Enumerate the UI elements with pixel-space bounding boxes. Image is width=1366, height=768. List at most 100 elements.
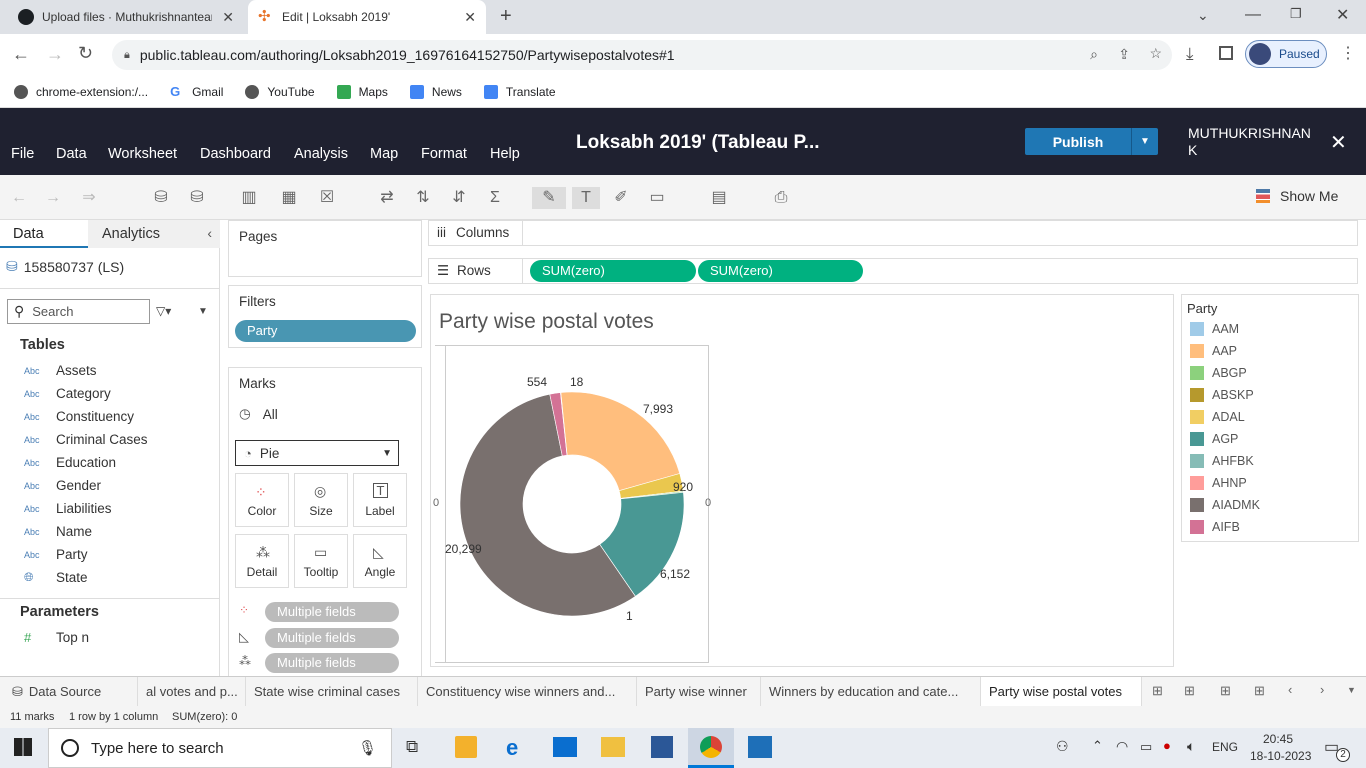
wifi-icon[interactable]: ◠ xyxy=(1116,738,1128,755)
multi-fields-pill-color[interactable]: Multiple fields xyxy=(265,602,399,622)
menu-data[interactable]: Data xyxy=(56,146,87,162)
field-constituency[interactable]: Abc Constituency xyxy=(24,409,134,424)
bookmark-star-icon[interactable]: ☆ xyxy=(1149,45,1162,62)
field-assets[interactable]: Abc Assets xyxy=(24,363,97,378)
legend-item[interactable]: AIFB xyxy=(1190,520,1240,534)
legend-item[interactable]: AHFBK xyxy=(1190,454,1254,468)
legend-item[interactable]: AGP xyxy=(1190,432,1238,446)
new-dashboard-icon[interactable]: ⊞ xyxy=(1220,683,1231,699)
bookmark-news[interactable]: News xyxy=(409,84,462,99)
rows-shelf[interactable]: ☰ Rows SUM(zero) SUM(zero) xyxy=(428,258,1358,284)
legend-item[interactable]: AIADMK xyxy=(1190,498,1260,512)
menu-help[interactable]: Help xyxy=(490,146,520,162)
bookmark-translate[interactable]: Translate xyxy=(483,84,556,99)
new-tab-icon[interactable]: + xyxy=(500,5,512,28)
chrome-taskbar-button[interactable] xyxy=(688,728,734,768)
zoom-icon[interactable]: ⌕ xyxy=(1090,46,1098,63)
sort-desc-icon[interactable]: ⇵ xyxy=(448,187,470,209)
sheet-tab[interactable]: State wise criminal cases xyxy=(246,677,418,706)
clock-date[interactable]: 18-10-2023 xyxy=(1250,749,1311,763)
people-icon[interactable]: ⚇ xyxy=(1056,738,1069,755)
angle-button[interactable]: ◺ Angle xyxy=(353,534,407,588)
new-worksheet-icon[interactable]: ⊞ xyxy=(1152,683,1163,699)
marks-all[interactable]: ◷ All xyxy=(239,406,278,422)
size-button[interactable]: ◎ Size xyxy=(294,473,348,527)
forward-icon[interactable]: → xyxy=(46,44,64,65)
sidebar-icon[interactable] xyxy=(1219,46,1233,60)
label-button[interactable]: T Label xyxy=(353,473,407,527)
menu-analysis[interactable]: Analysis xyxy=(294,146,348,162)
clear-sheet-icon[interactable]: ☒ xyxy=(316,187,338,209)
url-bar[interactable]: 🔒︎ public.tableau.com/authoring/Loksabh2… xyxy=(112,40,1172,70)
datasource-tab[interactable]: ⛁ Data Source xyxy=(0,677,138,706)
tab-menu-icon[interactable]: ▼ xyxy=(1347,685,1356,695)
highlight-icon[interactable]: ✎ xyxy=(532,187,566,209)
datasource-item[interactable]: ⛁ 158580737 (LS) xyxy=(6,258,124,275)
scroll-left-icon[interactable]: ‹ xyxy=(1288,682,1292,697)
legend-item[interactable]: ADAL xyxy=(1190,410,1245,424)
browser-tab-github[interactable]: Upload files · Muthukrishnantear ✕ xyxy=(8,0,244,34)
totals-icon[interactable]: Σ xyxy=(484,187,506,209)
legend-item[interactable]: AHNP xyxy=(1190,476,1247,490)
profile-button[interactable]: Paused xyxy=(1245,40,1327,68)
download-icon[interactable]: ⤓ xyxy=(1186,44,1194,64)
color-button[interactable]: ⁘ Color xyxy=(235,473,289,527)
multi-fields-pill-angle[interactable]: Multiple fields xyxy=(265,628,399,648)
field-criminal-cases[interactable]: Abc Criminal Cases xyxy=(24,432,148,447)
word-icon[interactable] xyxy=(651,736,673,758)
legend-item[interactable]: ABGP xyxy=(1190,366,1247,380)
new-sheet-icon[interactable]: ▥ xyxy=(238,187,260,209)
menu-worksheet[interactable]: Worksheet xyxy=(108,146,177,162)
presentation-icon[interactable]: ▤ xyxy=(708,187,730,209)
sort-asc-icon[interactable]: ⇅ xyxy=(412,187,434,209)
mark-type-select[interactable]: ◔ Pie ▼ xyxy=(235,440,399,466)
legend-item[interactable]: ABSKP xyxy=(1190,388,1254,402)
reload-icon[interactable]: ↻ xyxy=(78,43,93,64)
pause-updates-icon[interactable]: ⛁ xyxy=(186,187,208,209)
show-labels-icon[interactable]: T xyxy=(572,187,600,209)
browser-menu-icon[interactable]: ⋮ xyxy=(1340,43,1356,63)
taskbar-search[interactable]: Type here to search 🎙︎ xyxy=(48,728,392,768)
field-party[interactable]: Abc Party xyxy=(24,547,88,562)
share-icon[interactable]: ⇪ xyxy=(1118,46,1130,63)
pages-card[interactable]: Pages xyxy=(228,220,422,277)
field-name[interactable]: Abc Name xyxy=(24,524,92,539)
replay-icon[interactable]: ⇒ xyxy=(78,187,100,209)
publish-dropdown-icon[interactable]: ▼ xyxy=(1131,128,1158,155)
user-name[interactable]: MUTHUKRISHNAN K xyxy=(1188,125,1318,159)
new-story-icon[interactable]: ⊞ xyxy=(1254,683,1265,699)
file-explorer-icon[interactable] xyxy=(601,737,625,757)
close-window-icon[interactable]: ✕ xyxy=(1336,5,1349,25)
scroll-right-icon[interactable]: › xyxy=(1320,682,1324,697)
menu-map[interactable]: Map xyxy=(370,146,398,162)
legend-item[interactable]: AAP xyxy=(1190,344,1237,358)
field-liabilities[interactable]: Abc Liabilities xyxy=(24,501,112,516)
data-pane-menu-icon[interactable]: ▼ xyxy=(198,306,208,317)
tooltip-button[interactable]: ▭ Tooltip xyxy=(294,534,348,588)
multi-fields-pill-detail[interactable]: Multiple fields xyxy=(265,653,399,673)
new-datasource-icon[interactable]: ⛁ xyxy=(150,187,172,209)
field-state[interactable]: 🌐︎ State xyxy=(24,570,88,585)
store-icon[interactable] xyxy=(455,736,477,758)
restore-icon[interactable]: ❐ xyxy=(1290,6,1302,22)
sheet-tab[interactable]: al votes and p... xyxy=(138,677,246,706)
mail-icon[interactable] xyxy=(553,737,577,757)
bookmark-gmail[interactable]: G Gmail xyxy=(170,84,223,99)
show-me-button[interactable]: Show Me xyxy=(1256,188,1338,204)
undo-icon[interactable]: ← xyxy=(8,187,30,209)
tab-analytics[interactable]: Analytics ‹ xyxy=(88,220,220,248)
filter-pill-party[interactable]: Party xyxy=(235,320,416,342)
columns-shelf[interactable]: iii Columns xyxy=(428,220,1358,246)
publish-button[interactable]: Publish ▼ xyxy=(1025,128,1158,155)
close-editor-icon[interactable]: ✕ xyxy=(1330,130,1347,155)
menu-format[interactable]: Format xyxy=(421,146,467,162)
volume-icon[interactable]: 🔈︎ xyxy=(1187,738,1195,755)
swap-icon[interactable]: ⇄ xyxy=(376,187,398,209)
browser-tab-tableau[interactable]: ✣ Edit | Loksabh 2019' ✕ xyxy=(248,0,486,34)
back-icon[interactable]: ← xyxy=(12,44,30,65)
row-pill-sum-zero[interactable]: SUM(zero) xyxy=(530,260,696,282)
sheet-tab-active[interactable]: Party wise postal votes xyxy=(981,677,1142,706)
download-sheet-icon[interactable]: ⎙ xyxy=(770,187,792,209)
field-education[interactable]: Abc Education xyxy=(24,455,116,470)
field-category[interactable]: Abc Category xyxy=(24,386,111,401)
